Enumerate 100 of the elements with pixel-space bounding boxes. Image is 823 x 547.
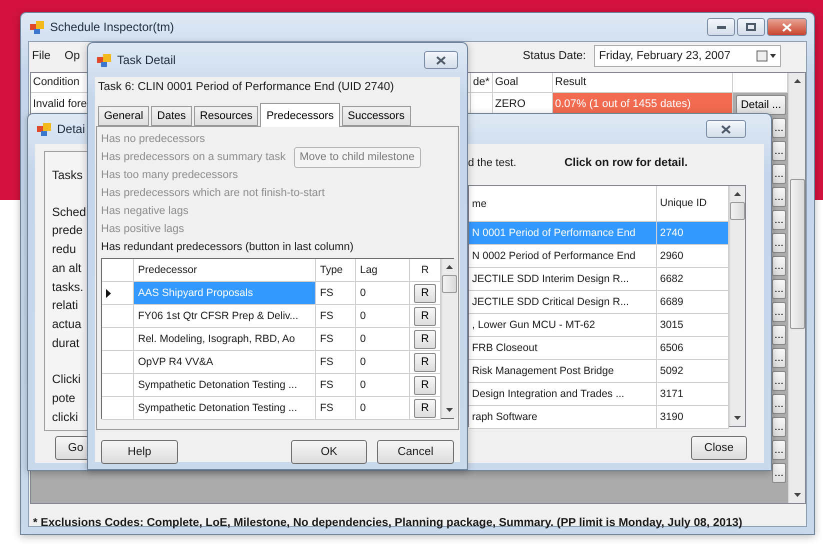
remove-button[interactable]: R [414,284,436,302]
table-cell[interactable]: Design Integration and Trades ... [469,383,657,406]
table-cell[interactable]: 6506 [657,337,729,360]
close-button[interactable] [767,18,807,36]
tab[interactable]: Dates [151,106,192,126]
table-cell[interactable]: JECTILE SDD Critical Design R... [469,291,657,314]
detail-button[interactable]: ... [772,140,786,160]
detail-button[interactable]: Detail ... [736,94,786,114]
table-cell[interactable]: Sympathetic Detonation Testing ... [134,374,316,397]
detail-button[interactable]: ... [772,324,786,344]
table-cell: FS [316,282,356,305]
scroll-up-icon[interactable] [445,264,454,270]
detail-button[interactable]: ... [772,118,786,138]
description-text: actua [52,316,82,333]
remove-button[interactable]: R [414,306,436,326]
table-cell: 0 [356,374,410,397]
maximize-button[interactable] [737,18,765,36]
row-header[interactable] [102,282,134,305]
close-icon [782,22,792,32]
ok-button[interactable]: OK [291,440,367,464]
move-button[interactable]: Move to child milestone [294,146,421,168]
table-cell[interactable]: JECTILE SDD Interim Design R... [469,268,657,291]
detail-button[interactable]: ... [772,278,786,298]
current-row-icon [106,288,111,298]
remove-button[interactable]: R [414,352,436,372]
scroll-thumb[interactable] [730,202,745,220]
calendar-dropdown-icon [756,50,776,62]
remove-button[interactable]: R [414,398,436,418]
table-cell[interactable]: N 0002 Period of Performance End [469,245,657,268]
detail-button[interactable]: ... [772,348,786,368]
check-text: Has positive lags [101,223,184,235]
table-cell[interactable]: Risk Management Post Bridge [469,360,657,383]
table-cell[interactable]: , Lower Gun MCU - MT-62 [469,314,657,337]
table-cell: FS [316,328,356,351]
minimize-icon [716,26,726,28]
detail-button[interactable]: ... [772,164,786,184]
column-header[interactable]: Result [553,73,733,93]
table-cell[interactable]: 3015 [657,314,729,337]
cancel-button[interactable]: Cancel [377,440,454,464]
detail-button[interactable]: ... [772,232,786,252]
close-button[interactable] [706,120,746,138]
tab[interactable]: Resources [194,106,258,126]
column-header[interactable]: R [410,259,441,282]
table-cell[interactable]: Sympathetic Detonation Testing ... [134,397,316,420]
column-header[interactable]: Unique ID [657,186,729,222]
remove-button[interactable]: R [414,330,436,348]
scroll-down-icon[interactable] [792,492,802,498]
column-header[interactable]: Goal [493,73,553,93]
table-cell[interactable]: FRB Closeout [469,337,657,360]
detail-button[interactable]: ... [772,210,786,230]
table-cell[interactable]: 3190 [657,406,729,429]
check-text: Has no predecessors [101,133,205,145]
detail-button[interactable]: ... [772,186,786,206]
column-header[interactable]: Type [316,259,356,282]
table-cell[interactable]: OpVP R4 VV&A [134,351,316,374]
table-cell[interactable]: 2960 [657,245,729,268]
scroll-thumb[interactable] [790,179,804,329]
detail-button[interactable]: ... [772,416,786,436]
detail-button[interactable]: ... [772,394,786,414]
table-cell[interactable]: 5092 [657,360,729,383]
table-cell: FS [316,397,356,420]
table-cell: 0 [356,351,410,374]
table-cell[interactable]: raph Software [469,406,657,429]
close-button[interactable] [424,51,458,69]
check-text: Has negative lags [101,205,188,217]
detail-button[interactable]: ... [772,370,786,390]
scroll-down-icon[interactable] [733,415,742,421]
scroll-up-icon[interactable] [792,78,802,84]
column-header[interactable]: de* [471,73,493,93]
scrollbar[interactable] [729,186,745,426]
check-text: Has predecessors which are not finish-to-start [101,187,325,199]
detail-button[interactable]: ... [772,440,786,460]
help-button[interactable]: Help [101,440,178,464]
scroll-up-icon[interactable] [733,191,742,197]
scrollbar[interactable] [788,73,805,503]
menu-item[interactable]: File [32,50,51,62]
column-header[interactable]: me [469,186,657,222]
detail-button[interactable]: ... [772,462,786,482]
minimize-button[interactable] [707,18,735,36]
tab[interactable]: General [98,106,150,126]
scroll-thumb[interactable] [442,275,457,293]
column-header[interactable]: Predecessor [134,259,316,282]
detail-button[interactable]: ... [772,256,786,276]
table-cell: 0 [356,328,410,351]
date-field[interactable]: Friday, February 23, 2007 [594,44,781,66]
table-cell[interactable]: FY06 1st Qtr CFSR Prep & Deliv... [134,305,316,328]
detail-button[interactable]: ... [772,302,786,322]
scroll-down-icon[interactable] [445,407,454,413]
close-button[interactable]: Close [691,436,747,460]
menu-item[interactable]: Op [64,50,80,62]
table-cell[interactable]: 3171 [657,383,729,406]
tab[interactable]: Successors [342,106,411,126]
column-header[interactable]: Lag [356,259,410,282]
remove-button[interactable]: R [414,376,436,394]
table-cell[interactable]: Rel. Modeling, Isograph, RBD, Ao [134,328,316,351]
table-cell[interactable]: 6682 [657,268,729,291]
scrollbar[interactable] [441,259,457,418]
table-cell[interactable]: 6689 [657,291,729,314]
tab[interactable]: Predecessors [260,103,340,127]
table-cell: FS [316,374,356,397]
